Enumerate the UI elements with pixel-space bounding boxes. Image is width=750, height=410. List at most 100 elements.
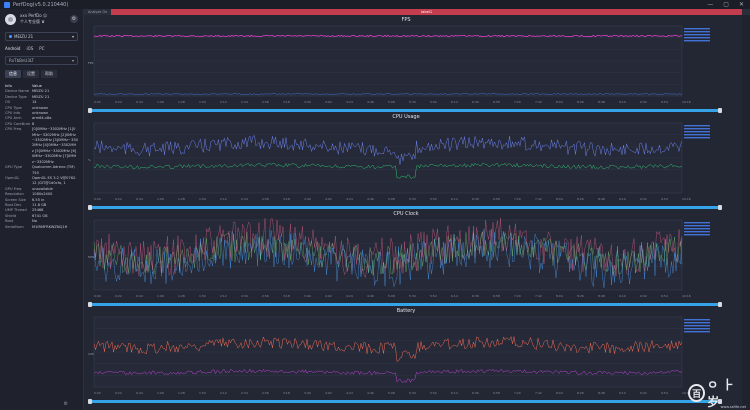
x-tick-label: 5:52: [430, 197, 437, 201]
legend-item[interactable]: [684, 328, 710, 330]
x-tick-label: 4:46: [367, 294, 374, 298]
legend-item[interactable]: [684, 231, 710, 233]
x-tick-label: 4:46: [367, 100, 374, 104]
device-name: MEIZU 21: [14, 34, 34, 39]
chart-panel-0: FPS FPS 0:00 0:22 0:44 1:06 1:28 1:50 2:12 2:34 2…: [86, 17, 726, 113]
x-tick-label: 0:22: [115, 391, 122, 395]
x-tick-label: 9:32: [640, 294, 647, 298]
maximize-button[interactable]: ▢: [723, 1, 729, 8]
device-info-table: Info Value Device Name MEIZU 21 Device Typ…: [0, 84, 83, 230]
tab-mode-1[interactable]: iOS: [26, 46, 33, 51]
x-tick-label: 5:52: [430, 294, 437, 298]
chart-area[interactable]: MHz 0:00 0:22 0:44 1:06 1:28 1:50 2:12 2:34 2:56 3…: [86, 218, 726, 302]
legend-item[interactable]: [684, 134, 710, 136]
chart-area[interactable]: FPS 0:00 0:22 0:44 1:06 1:28 1:50 2:12 2:34 2:56 3…: [86, 24, 726, 108]
legend-item[interactable]: [684, 322, 710, 324]
legend-item[interactable]: [684, 319, 710, 321]
legend-item[interactable]: [684, 125, 710, 127]
x-tick-label: 6:36: [472, 100, 479, 104]
x-tick-label: 0:44: [136, 197, 143, 201]
session-label[interactable]: label1: [111, 9, 742, 15]
legend-item[interactable]: [684, 234, 710, 236]
analyze-tag[interactable]: Analyze On: [84, 10, 111, 14]
legend-item[interactable]: [684, 225, 710, 227]
chart-scrollbar[interactable]: [88, 302, 722, 307]
x-tick-label: 9:54: [661, 391, 668, 395]
x-tick-label: 9:10: [619, 100, 626, 104]
chart-scrollbar[interactable]: [88, 108, 722, 113]
x-tick-label: 3:40: [304, 100, 311, 104]
chart-panel-2: CPU Clock MHz 0:00 0:22 0:44 1:06 1:28 1:50 2:1…: [86, 211, 726, 307]
chart-title: Battery: [396, 308, 416, 314]
x-tick-label: 7:42: [535, 100, 542, 104]
x-tick-label: 5:52: [430, 391, 437, 395]
x-tick-label: 5:08: [388, 294, 395, 298]
x-tick-label: 9:54: [661, 100, 668, 104]
sidebar: xxx PerfDo ☺ 个人专业版 ♛ ⚙ MEIZU 21 ▾ Androi…: [0, 9, 84, 410]
table-row: GPU Type Qualcomm Adreno (TM) 750: [0, 165, 83, 176]
legend-item[interactable]: [684, 128, 710, 130]
x-tick-label: 7:42: [535, 391, 542, 395]
x-tick-label: 1:28: [178, 100, 185, 104]
app-logo-icon: [4, 1, 10, 8]
user-block: xxx PerfDo ☺ 个人专业版 ♛ ⚙: [0, 9, 83, 29]
app-select-label: RxTbBnU3LT: [9, 58, 35, 63]
tab-mode-0[interactable]: Android: [5, 46, 20, 51]
x-tick-label: 0:22: [115, 100, 122, 104]
x-tick-label: 4:46: [367, 197, 374, 201]
legend-item[interactable]: [684, 325, 710, 327]
legend-item[interactable]: [684, 228, 710, 230]
chart-area[interactable]: % 0:00 0:22 0:44 1:06 1:28 1:50 2:12 2:34 2:56 3:1…: [86, 121, 726, 205]
x-tick-label: 2:34: [241, 294, 248, 298]
info-key: CPU Freq: [5, 127, 22, 132]
tab-settings[interactable]: 设置: [23, 70, 39, 78]
main-area: Analyze On label1 FPS FPS 0:00 0:22 0:44 1:0…: [84, 9, 750, 410]
legend-item[interactable]: [684, 40, 710, 42]
legend-item[interactable]: [684, 222, 710, 224]
x-tick-label: 5:30: [409, 100, 416, 104]
x-tick-label: 0:44: [136, 391, 143, 395]
device-select[interactable]: MEIZU 21 ▾: [5, 32, 78, 41]
x-tick-label: 2:34: [241, 391, 248, 395]
legend-item[interactable]: [684, 131, 710, 133]
tab-info[interactable]: 信息: [5, 70, 21, 78]
x-tick-label: 1:06: [157, 294, 164, 298]
x-tick-label: 10:16: [682, 197, 691, 201]
x-tick-label: 6:36: [472, 391, 479, 395]
right-toolbar: [742, 15, 750, 410]
x-tick-label: 1:50: [199, 391, 206, 395]
info-value: M1IRMFRKWZNQ1H: [32, 224, 68, 229]
tab-mode-2[interactable]: PC: [39, 46, 44, 51]
x-tick-label: 0:00: [94, 197, 101, 201]
legend-item[interactable]: [684, 34, 710, 36]
x-tick-label: 6:14: [451, 294, 458, 298]
window-title: PerfDog(v5.0.210440): [13, 1, 69, 8]
x-tick-label: 2:12: [220, 391, 227, 395]
chart-scrollbar[interactable]: [88, 399, 722, 404]
legend-item[interactable]: [684, 137, 710, 139]
chart-scrollbar[interactable]: [88, 205, 722, 210]
gear-icon[interactable]: ⚙: [70, 15, 78, 23]
chevron-down-icon: ▾: [71, 58, 74, 63]
legend-item[interactable]: [684, 331, 710, 333]
x-tick-label: 9:54: [661, 294, 668, 298]
x-tick-label: 1:28: [178, 197, 185, 201]
info-key: GPU Type: [5, 165, 22, 170]
chart-area[interactable]: mW 0:00 0:22 0:44 1:06 1:28 1:50 2:12 2:34 2:56 3:…: [86, 315, 726, 399]
x-tick-label: 8:26: [577, 100, 584, 104]
app-select[interactable]: RxTbBnU3LT ▾: [5, 56, 78, 65]
tab-help[interactable]: 帮助: [41, 70, 57, 78]
x-tick-label: 9:32: [640, 391, 647, 395]
info-value: OpenGL ES 3.2 V@0762.12 (GIT@1d0cfa, 1: [32, 175, 77, 186]
legend-item[interactable]: [684, 37, 710, 39]
settings-icon[interactable]: ⚙: [64, 401, 68, 407]
avatar-icon[interactable]: [5, 13, 16, 25]
minimize-button[interactable]: —: [707, 1, 713, 8]
close-button[interactable]: ✕: [739, 1, 744, 8]
x-tick-label: 3:18: [283, 100, 290, 104]
legend-item[interactable]: [684, 28, 710, 30]
x-tick-label: 6:14: [451, 391, 458, 395]
x-tick-label: 10:16: [682, 100, 691, 104]
x-tick-label: 4:02: [325, 391, 332, 395]
legend-item[interactable]: [684, 31, 710, 33]
